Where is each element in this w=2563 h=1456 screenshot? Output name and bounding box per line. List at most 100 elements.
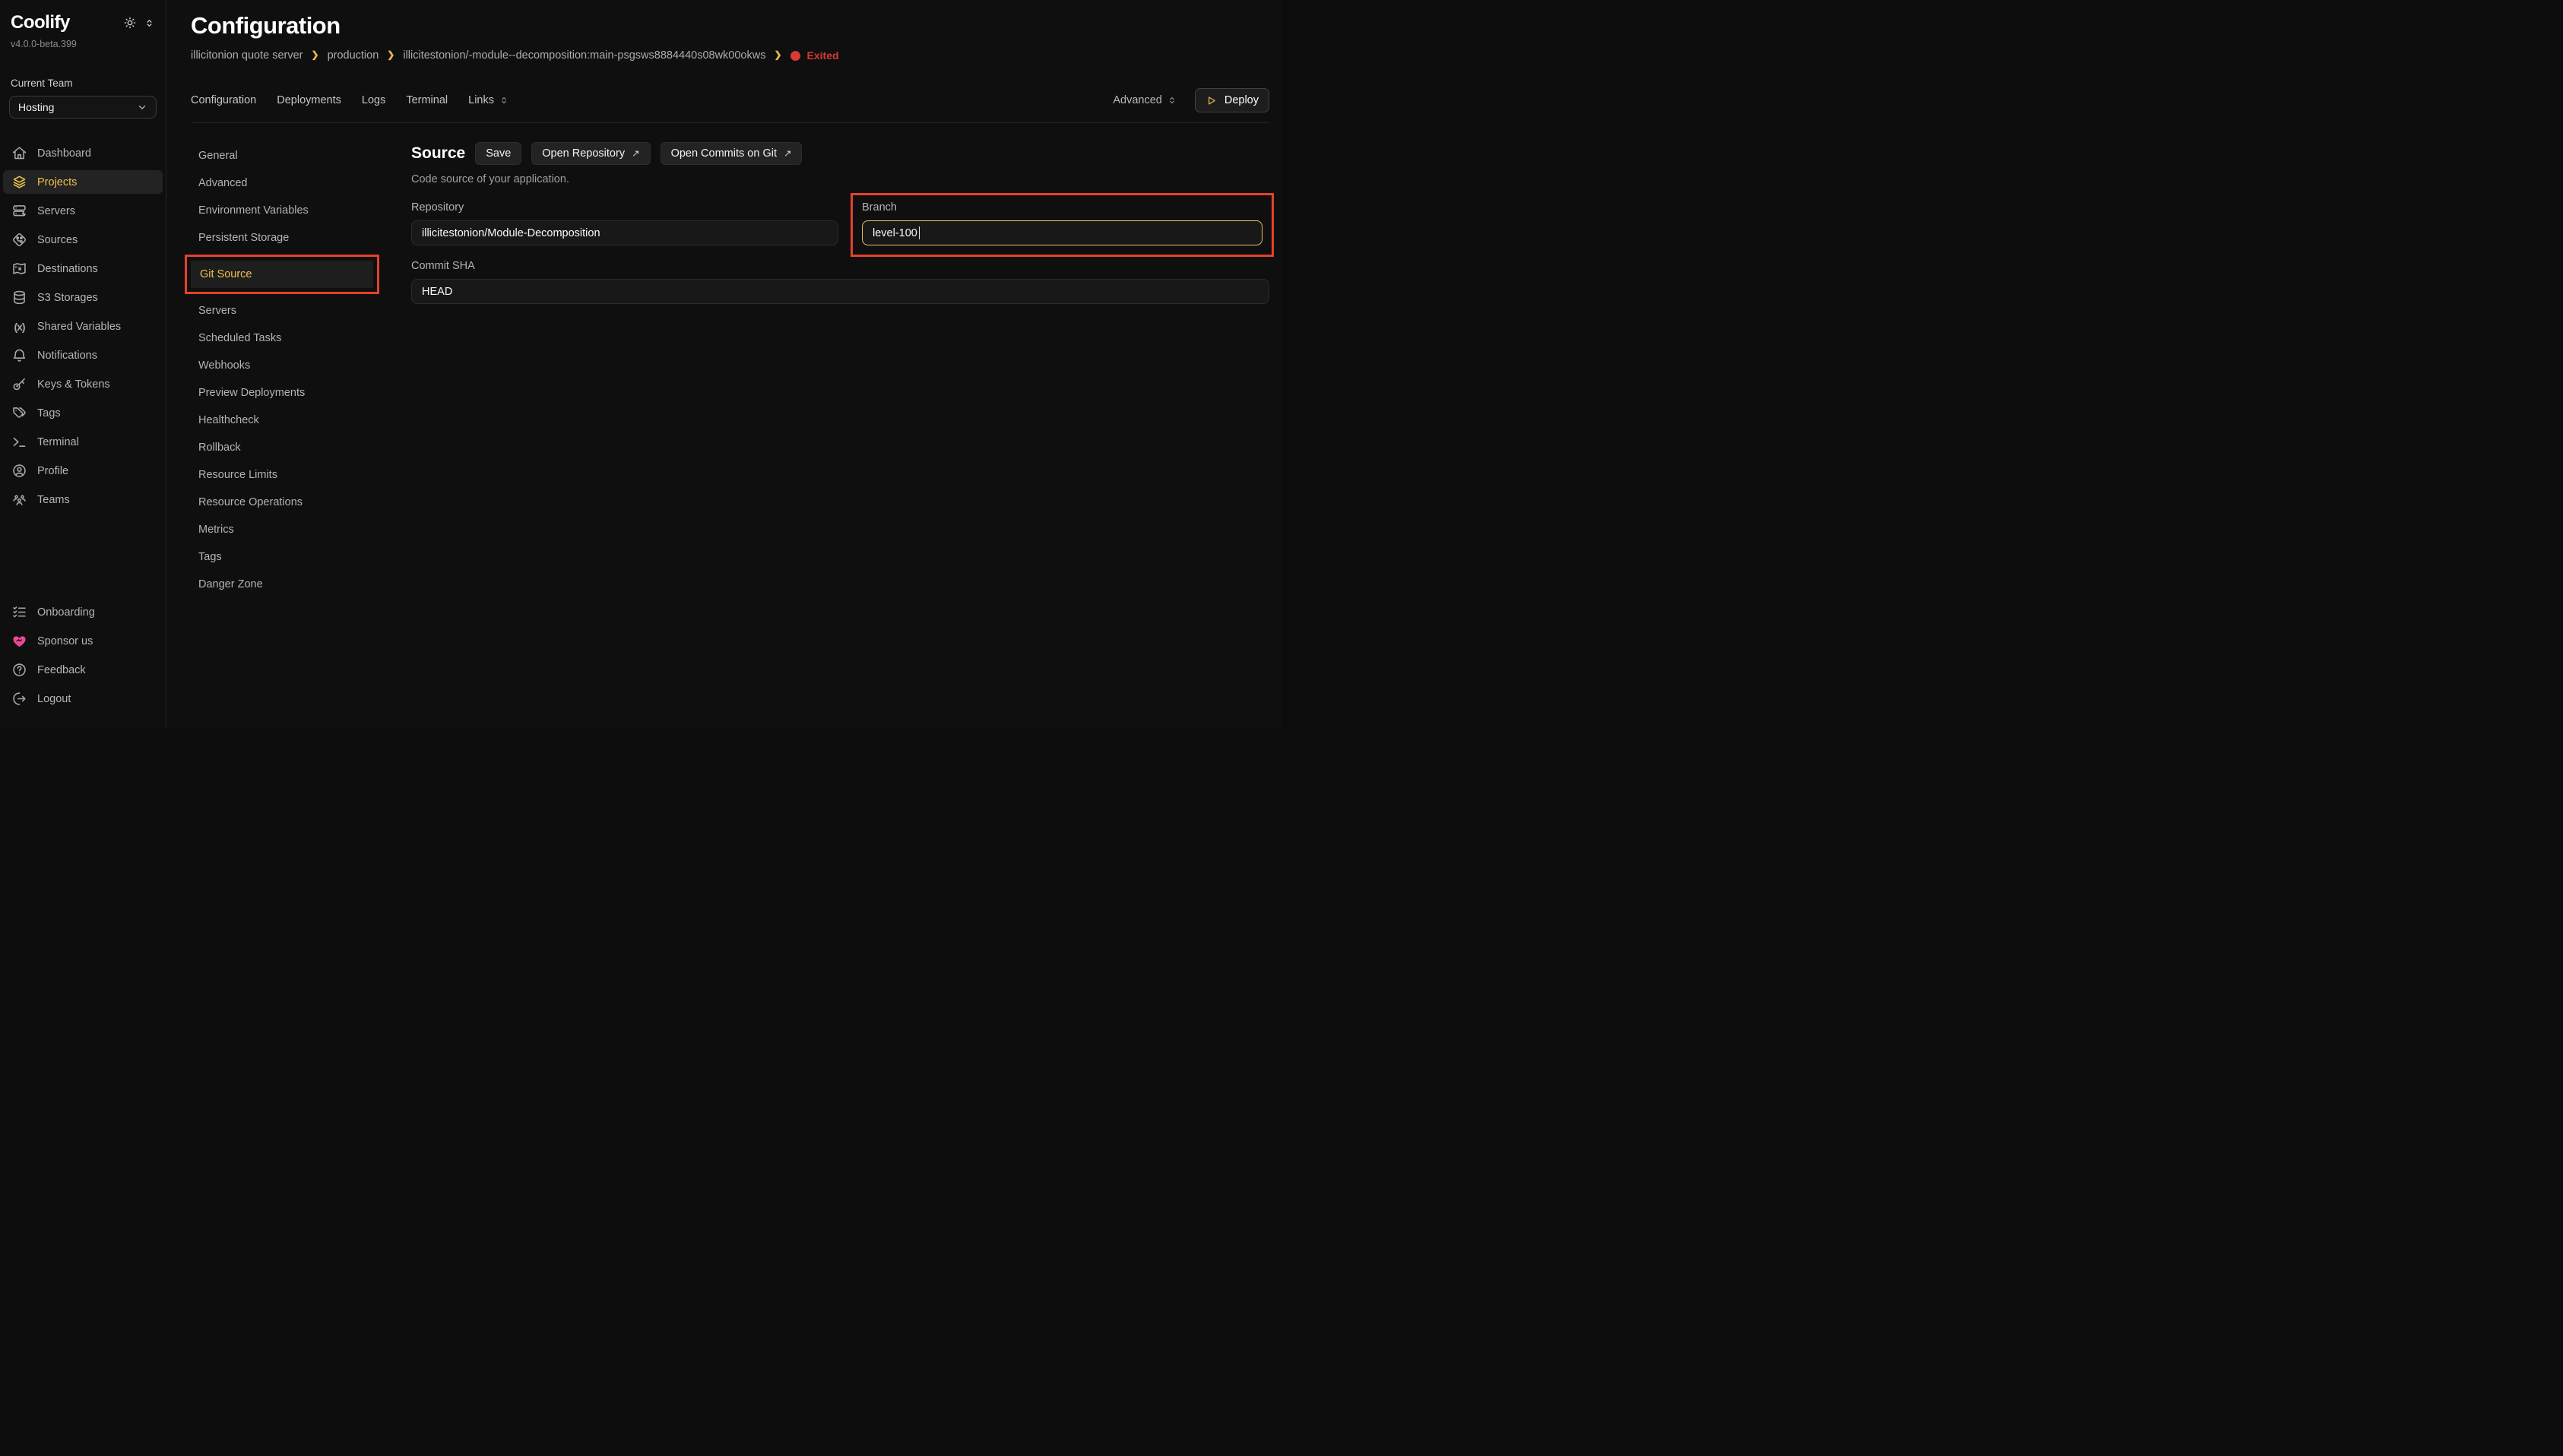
open-repository-button[interactable]: Open Repository ↗ bbox=[531, 142, 650, 165]
main-area: Configuration illicitonion quote server … bbox=[167, 0, 1282, 728]
breadcrumb-environment[interactable]: production bbox=[328, 49, 379, 62]
tab-logs[interactable]: Logs bbox=[362, 94, 385, 106]
sidebar-item-label: Projects bbox=[37, 176, 77, 188]
subnav-item-healthcheck[interactable]: Healthcheck bbox=[191, 407, 411, 434]
subnav-label: Persistent Storage bbox=[198, 232, 289, 244]
sidebar-footer-nav: Onboarding Sponsor us Feedback Logout bbox=[0, 600, 166, 716]
team-select[interactable]: Hosting bbox=[9, 96, 157, 119]
subnav-item-danger-zone[interactable]: Danger Zone bbox=[191, 571, 411, 598]
sidebar-item-label: Shared Variables bbox=[37, 321, 121, 333]
sidebar-item-label: Destinations bbox=[37, 263, 98, 275]
sidebar-item-sources[interactable]: Sources bbox=[3, 228, 163, 252]
subnav-label: Tags bbox=[198, 551, 222, 563]
checklist-icon bbox=[11, 604, 27, 620]
tab-links[interactable]: Links bbox=[468, 94, 508, 106]
sidebar-item-projects[interactable]: Projects bbox=[3, 170, 163, 194]
settings-subnav: General Advanced Environment Variables P… bbox=[191, 142, 411, 598]
sidebar-item-s3-storages[interactable]: S3 Storages bbox=[3, 286, 163, 309]
annotation-box-git-source: Git Source bbox=[185, 255, 379, 294]
tab-deployments[interactable]: Deployments bbox=[277, 94, 341, 106]
subnav-label: Healthcheck bbox=[198, 414, 259, 426]
repository-value: illicitestonion/Module-Decomposition bbox=[422, 227, 600, 239]
subnav-item-persistent-storage[interactable]: Persistent Storage bbox=[191, 224, 411, 252]
key-icon bbox=[11, 376, 27, 392]
sidebar-item-terminal[interactable]: Terminal bbox=[3, 430, 163, 454]
map-icon bbox=[11, 261, 27, 277]
subnav-item-servers[interactable]: Servers bbox=[191, 297, 411, 324]
save-button[interactable]: Save bbox=[475, 142, 521, 165]
sidebar-item-label: Sources bbox=[37, 234, 78, 246]
subnav-label: Advanced bbox=[198, 177, 248, 189]
status-dot-icon bbox=[790, 51, 800, 61]
sidebar: Coolify v4.0.0-beta.399 Current Team Hos… bbox=[0, 0, 166, 728]
source-heading: Source bbox=[411, 144, 465, 163]
branch-input[interactable]: level-100 bbox=[862, 220, 1262, 245]
open-repository-label: Open Repository bbox=[542, 147, 625, 160]
external-link-icon: ↗ bbox=[632, 147, 639, 159]
breadcrumb-application[interactable]: illicitestonion/-module--decomposition:m… bbox=[403, 49, 765, 62]
external-link-icon: ↗ bbox=[784, 147, 791, 159]
sidebar-item-label: Profile bbox=[37, 465, 68, 477]
sidebar-item-onboarding[interactable]: Onboarding bbox=[3, 600, 163, 624]
tab-terminal[interactable]: Terminal bbox=[406, 94, 448, 106]
subnav-item-resource-operations[interactable]: Resource Operations bbox=[191, 489, 411, 516]
subnav-item-preview-deployments[interactable]: Preview Deployments bbox=[191, 379, 411, 407]
chevron-right-icon: ❯ bbox=[312, 49, 319, 60]
team-select-value: Hosting bbox=[18, 101, 54, 113]
tab-configuration[interactable]: Configuration bbox=[191, 94, 256, 106]
help-circle-icon bbox=[11, 662, 27, 678]
sidebar-item-shared-variables[interactable]: (x) Shared Variables bbox=[3, 315, 163, 338]
commit-sha-input[interactable]: HEAD bbox=[411, 279, 1269, 304]
subnav-label: Webhooks bbox=[198, 359, 250, 372]
theme-selector-icon[interactable] bbox=[144, 18, 154, 28]
layers-icon bbox=[11, 174, 27, 190]
repository-input[interactable]: illicitestonion/Module-Decomposition bbox=[411, 220, 838, 245]
sidebar-item-destinations[interactable]: Destinations bbox=[3, 257, 163, 280]
sidebar-item-label: Logout bbox=[37, 693, 71, 705]
terminal-icon bbox=[11, 434, 27, 450]
subnav-item-general[interactable]: General bbox=[191, 142, 411, 169]
status-label: Exited bbox=[807, 49, 839, 62]
sidebar-item-label: Tags bbox=[37, 407, 61, 419]
subnav-item-git-source[interactable]: Git Source bbox=[191, 261, 373, 288]
sidebar-item-notifications[interactable]: Notifications bbox=[3, 343, 163, 367]
sidebar-nav: Dashboard Projects Servers Sources Desti… bbox=[0, 141, 166, 517]
commit-sha-label: Commit SHA bbox=[411, 260, 1269, 272]
subnav-item-environment-variables[interactable]: Environment Variables bbox=[191, 197, 411, 224]
subnav-item-advanced[interactable]: Advanced bbox=[191, 169, 411, 197]
subnav-item-tags[interactable]: Tags bbox=[191, 543, 411, 571]
breadcrumb: illicitonion quote server ❯ production ❯… bbox=[191, 49, 1269, 62]
open-commits-button[interactable]: Open Commits on Git ↗ bbox=[661, 142, 803, 165]
subnav-label: Danger Zone bbox=[198, 578, 263, 590]
sidebar-item-logout[interactable]: Logout bbox=[3, 687, 163, 711]
tab-label: Terminal bbox=[406, 94, 448, 106]
sidebar-item-servers[interactable]: Servers bbox=[3, 199, 163, 223]
sidebar-item-teams[interactable]: Teams bbox=[3, 488, 163, 511]
sidebar-item-label: Teams bbox=[37, 494, 70, 506]
theme-sun-icon[interactable] bbox=[123, 16, 137, 30]
sidebar-item-sponsor-us[interactable]: Sponsor us bbox=[3, 629, 163, 653]
subnav-item-webhooks[interactable]: Webhooks bbox=[191, 352, 411, 379]
sidebar-item-dashboard[interactable]: Dashboard bbox=[3, 141, 163, 165]
subnav-label: Servers bbox=[198, 305, 236, 317]
breadcrumb-project[interactable]: illicitonion quote server bbox=[191, 49, 303, 62]
database-icon bbox=[11, 290, 27, 305]
commit-sha-value: HEAD bbox=[422, 286, 452, 298]
sidebar-item-profile[interactable]: Profile bbox=[3, 459, 163, 483]
subnav-label: Metrics bbox=[198, 524, 234, 536]
subnav-item-resource-limits[interactable]: Resource Limits bbox=[191, 461, 411, 489]
sidebar-item-tags[interactable]: Tags bbox=[3, 401, 163, 425]
tabs-bar: Configuration Deployments Logs Terminal … bbox=[191, 88, 1269, 123]
subnav-item-metrics[interactable]: Metrics bbox=[191, 516, 411, 543]
subnav-label: Resource Limits bbox=[198, 469, 277, 481]
deploy-button[interactable]: Deploy bbox=[1195, 88, 1269, 112]
sidebar-item-feedback[interactable]: Feedback bbox=[3, 658, 163, 682]
app-logo[interactable]: Coolify bbox=[11, 12, 70, 33]
subnav-item-scheduled-tasks[interactable]: Scheduled Tasks bbox=[191, 324, 411, 352]
subnav-item-rollback[interactable]: Rollback bbox=[191, 434, 411, 461]
subnav-label: Rollback bbox=[198, 442, 241, 454]
sidebar-item-keys-tokens[interactable]: Keys & Tokens bbox=[3, 372, 163, 396]
subnav-label: Resource Operations bbox=[198, 496, 303, 508]
tab-label: Logs bbox=[362, 94, 385, 106]
advanced-toggle[interactable]: Advanced bbox=[1113, 94, 1177, 106]
